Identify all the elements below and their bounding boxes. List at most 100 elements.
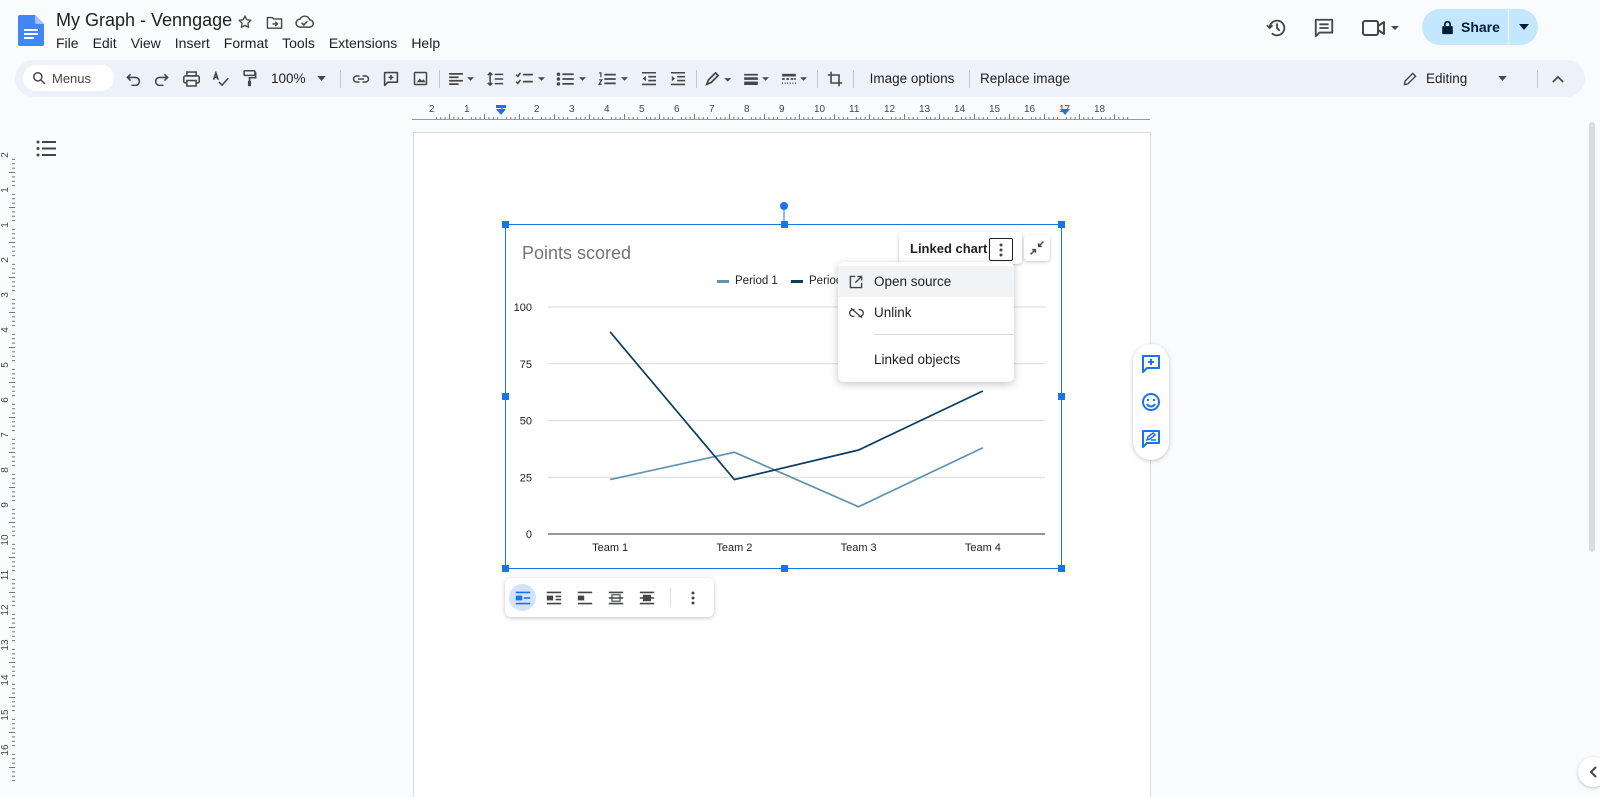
image-options-label: Image options [869, 71, 955, 86]
comments-icon[interactable] [1311, 15, 1337, 41]
version-history-icon[interactable] [1264, 15, 1290, 41]
resize-handle[interactable] [1058, 565, 1065, 572]
line-spacing-icon[interactable] [483, 60, 507, 97]
y-tick-label: 50 [520, 416, 532, 428]
ruler-number: 8 [0, 467, 11, 473]
menu-insert[interactable]: Insert [168, 33, 217, 53]
ruler-number: 2 [429, 104, 435, 115]
spellcheck-icon[interactable] [208, 60, 232, 97]
cloud-saved-icon[interactable] [293, 12, 315, 32]
document-title[interactable]: My Graph - Venngage [56, 10, 232, 31]
link-off-icon [848, 307, 864, 318]
menu-file[interactable]: File [49, 33, 86, 53]
behind-text-icon[interactable] [602, 584, 629, 611]
toolbar-divider [439, 70, 440, 88]
editing-mode-select[interactable]: Editing [1403, 60, 1527, 97]
menu-tools[interactable]: Tools [275, 33, 322, 53]
ruler-number: 9 [0, 502, 11, 508]
collapse-chip-button[interactable] [1024, 235, 1050, 261]
ruler-number: 8 [744, 104, 750, 115]
redo-icon[interactable] [150, 60, 174, 97]
rotate-handle[interactable] [780, 200, 788, 225]
undo-icon[interactable] [121, 60, 145, 97]
checklist-icon[interactable] [512, 60, 550, 97]
toolbar-divider [853, 70, 854, 88]
menu-edit[interactable]: Edit [86, 33, 124, 53]
resize-handle[interactable] [781, 565, 788, 572]
ruler-number: 6 [674, 104, 680, 115]
hide-menus-icon[interactable] [1546, 60, 1570, 97]
meet-icon[interactable] [1360, 15, 1404, 41]
first-line-indent-marker[interactable] [496, 105, 506, 108]
in-front-of-text-icon[interactable] [633, 584, 660, 611]
ruler-number: 13 [919, 104, 931, 115]
insert-image-icon[interactable] [408, 60, 432, 97]
menu-view[interactable]: View [124, 33, 168, 53]
print-icon[interactable] [179, 60, 203, 97]
share-dropdown-button[interactable] [1509, 24, 1538, 30]
replace-image-label: Replace image [979, 71, 1071, 86]
break-text-icon[interactable] [571, 584, 598, 611]
zoom-value: 100% [271, 71, 306, 86]
ruler-number: 12 [884, 104, 896, 115]
in-line-icon[interactable] [509, 584, 536, 611]
vertical-ruler[interactable]: 2 1 1 2 3 4 5 6 7 8 9 10 11 12 13 14 15 16 [0, 120, 15, 797]
resize-handle[interactable] [502, 565, 509, 572]
chevron-left-icon [1589, 766, 1597, 778]
caret-down-icon [1518, 24, 1529, 30]
numbered-list-icon[interactable] [595, 60, 633, 97]
border-color-icon[interactable] [702, 60, 736, 97]
toolbar-divider [969, 70, 970, 88]
more-options-icon[interactable] [679, 584, 706, 611]
align-left-icon[interactable] [445, 60, 479, 97]
document-outline-icon[interactable] [36, 140, 56, 157]
caret-down-icon [1498, 76, 1507, 81]
ruler-number: 5 [0, 362, 11, 368]
share-button[interactable]: Share [1422, 9, 1538, 45]
move-folder-icon[interactable] [263, 12, 285, 32]
lock-icon [1442, 20, 1453, 34]
crop-icon[interactable] [823, 60, 847, 97]
resize-handle[interactable] [1058, 221, 1065, 228]
horizontal-ruler[interactable]: 21123456789101112131415161718 [412, 102, 1150, 120]
menu-help[interactable]: Help [404, 33, 447, 53]
wrap-text-icon[interactable] [540, 584, 567, 611]
replace-image-button[interactable]: Replace image [972, 60, 1078, 97]
ruler-number: 11 [849, 104, 860, 115]
ruler-number: 9 [779, 104, 785, 115]
insert-link-icon[interactable] [349, 60, 373, 97]
menu-item-open-source[interactable]: Open source [838, 266, 1014, 297]
linked-chart-more-button[interactable] [989, 238, 1013, 261]
star-icon[interactable] [234, 12, 256, 32]
ruler-number: 15 [989, 104, 1001, 115]
share-main[interactable]: Share [1422, 9, 1508, 45]
show-side-panel-button[interactable] [1578, 757, 1600, 787]
docs-logo-icon[interactable] [18, 15, 44, 46]
add-comment-icon[interactable] [379, 60, 403, 97]
search-menus[interactable]: Menus [23, 65, 114, 91]
resize-handle[interactable] [502, 221, 509, 228]
vertical-scrollbar[interactable] [1589, 122, 1595, 552]
menu-format[interactable]: Format [217, 33, 275, 53]
border-weight-icon[interactable] [740, 60, 774, 97]
border-dash-icon[interactable] [778, 60, 812, 97]
menu-item-linked-objects[interactable]: Linked objects [838, 344, 1014, 375]
ruler-number: 14 [0, 674, 11, 686]
image-options-button[interactable]: Image options [859, 60, 965, 97]
pencil-icon [1403, 71, 1417, 85]
suggest-edits-icon[interactable] [1139, 427, 1163, 451]
decrease-indent-icon[interactable] [637, 60, 661, 97]
ruler-number: 3 [0, 292, 11, 298]
increase-indent-icon[interactable] [666, 60, 690, 97]
paint-format-icon[interactable] [237, 60, 261, 97]
share-label: Share [1461, 19, 1500, 35]
legend-label: Period 1 [735, 275, 778, 287]
menu-extensions[interactable]: Extensions [322, 33, 404, 53]
add-comment-icon[interactable] [1139, 352, 1163, 376]
ruler-number: 16 [1024, 104, 1036, 115]
add-emoji-reaction-icon[interactable] [1139, 390, 1163, 414]
ruler-number: 1 [0, 187, 11, 193]
zoom-select[interactable]: 100% [265, 60, 330, 97]
menu-item-unlink[interactable]: Unlink [838, 297, 1014, 328]
bulleted-list-icon[interactable] [553, 60, 591, 97]
